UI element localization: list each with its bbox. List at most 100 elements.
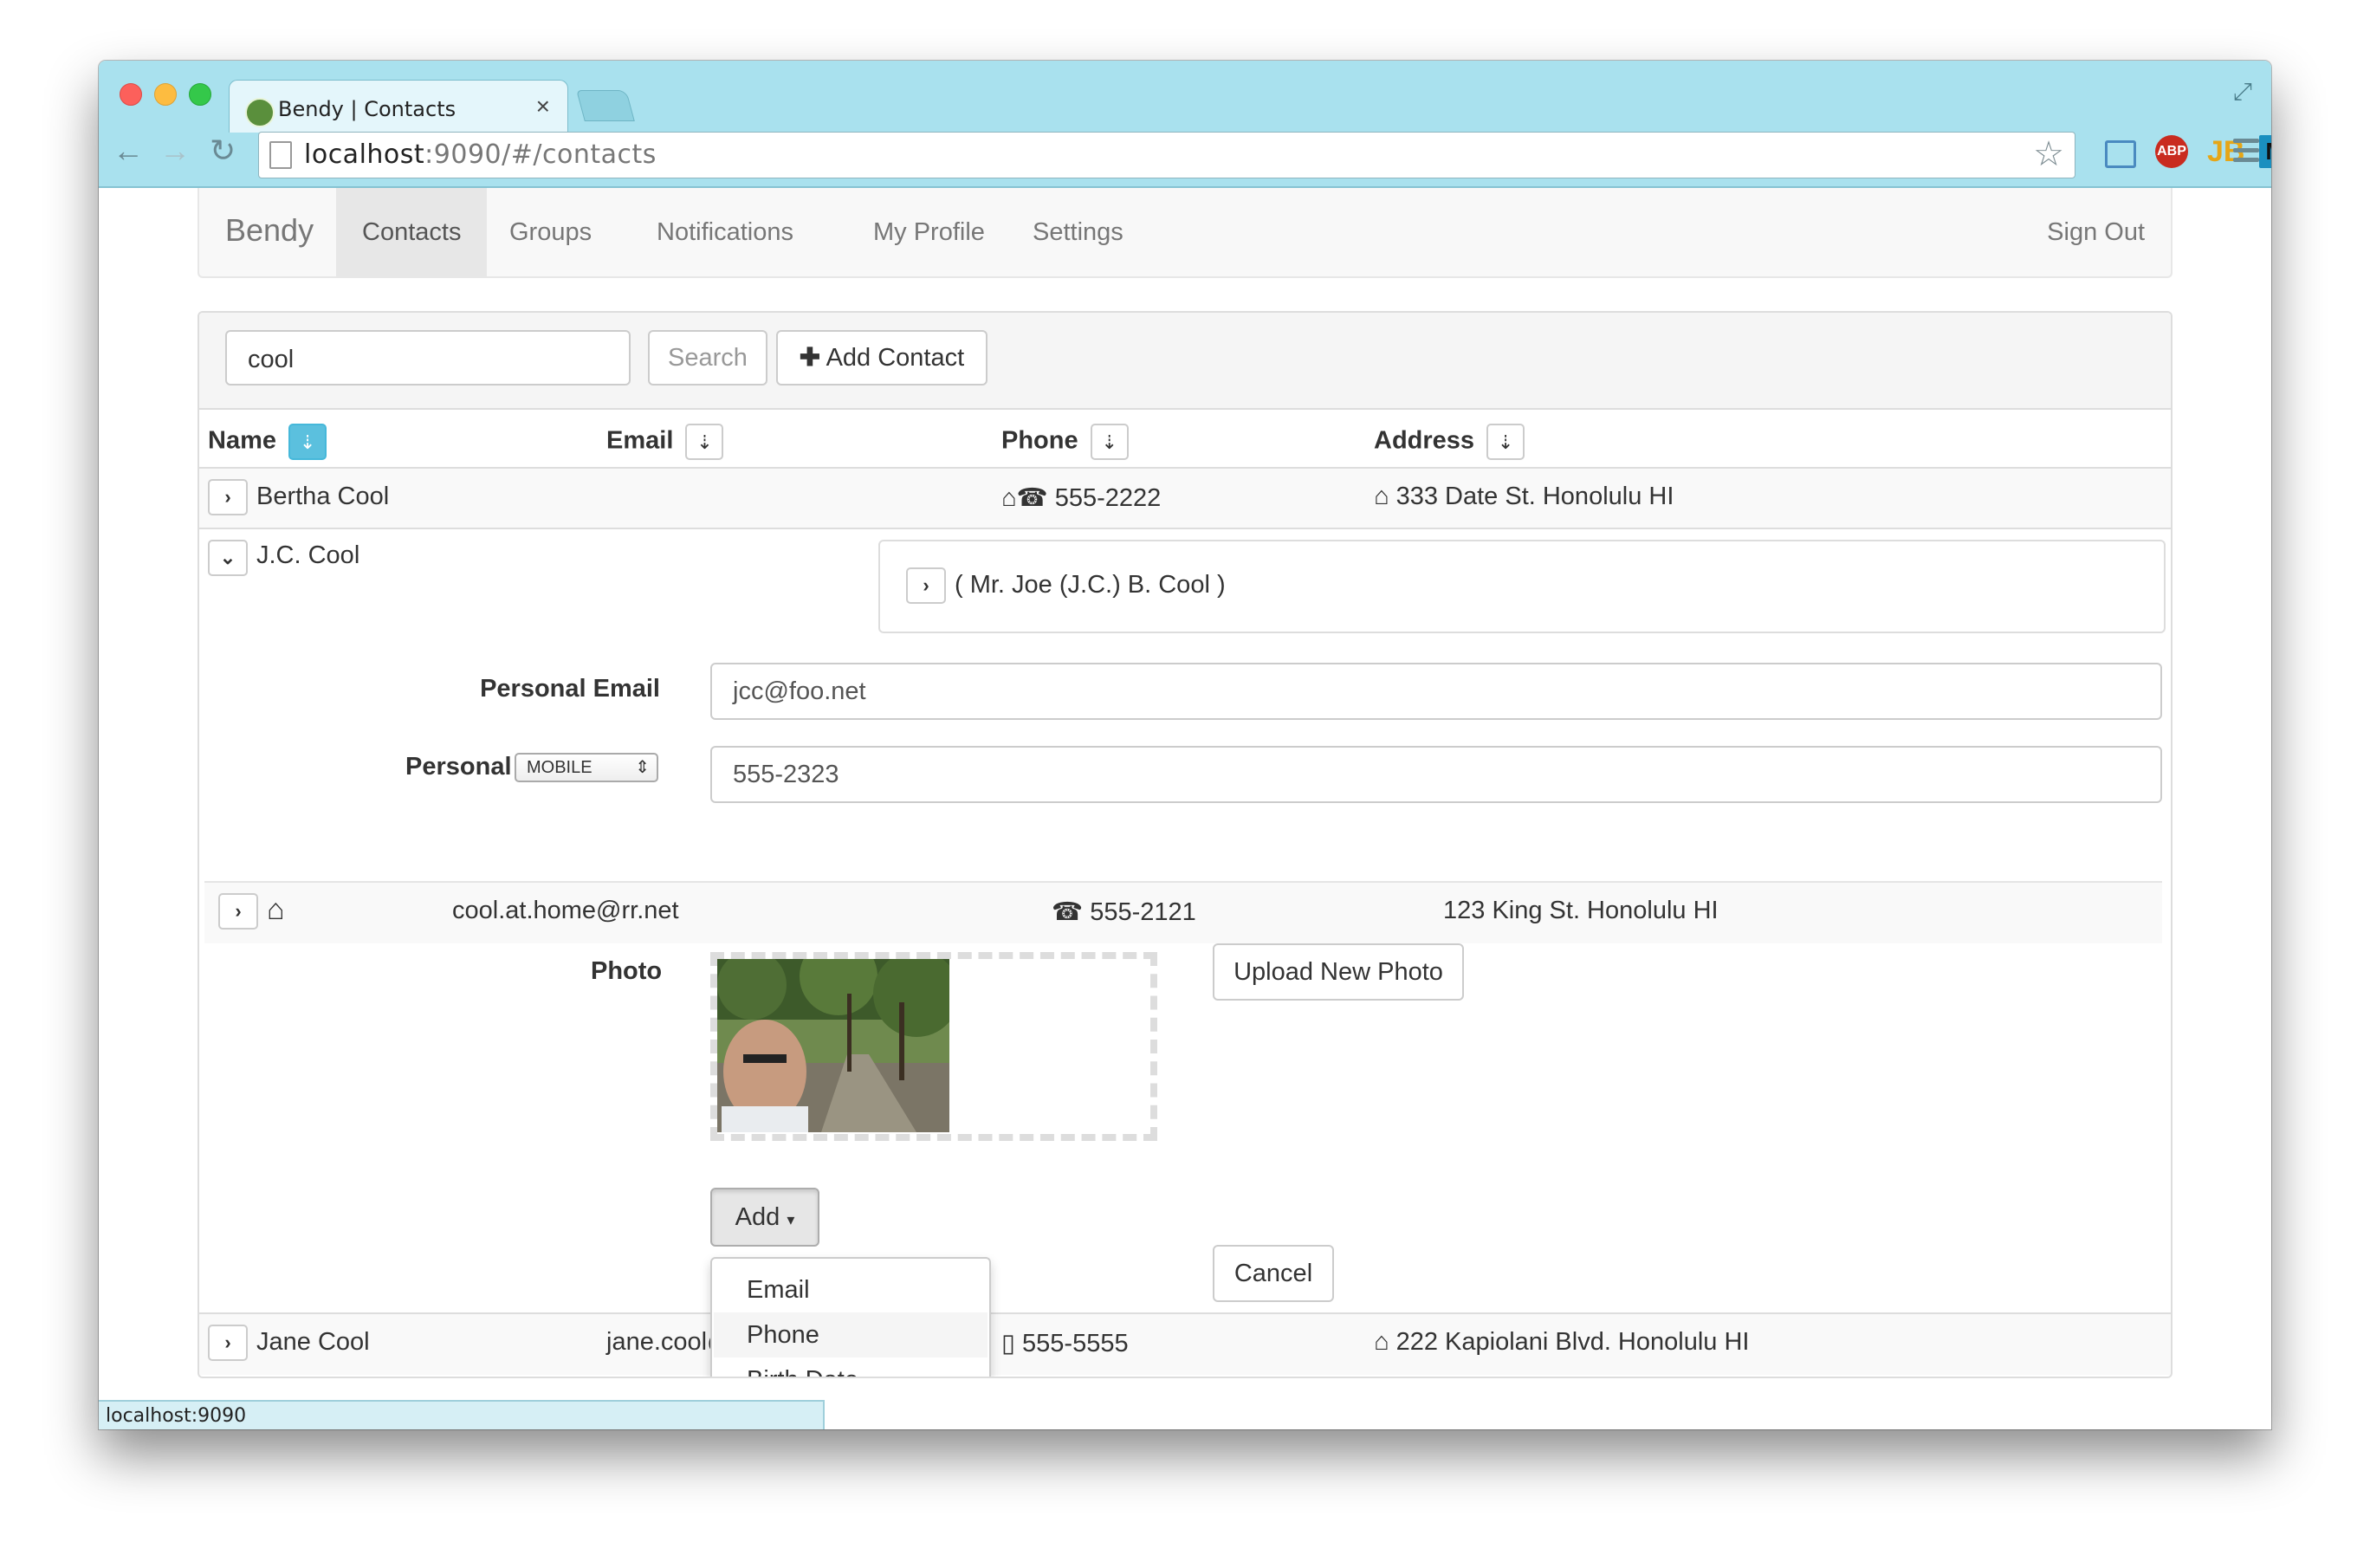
personal-email-input[interactable]: jcc@foo.net bbox=[710, 663, 2162, 720]
table-row[interactable]: › Bertha Cool ⌂☎ 555-2222 ⌂ 333 Date St.… bbox=[199, 469, 2171, 529]
expanded-contact: ⌄ J.C. Cool › ( Mr. Joe (J.C.) B. Cool )… bbox=[199, 529, 2171, 1377]
plus-icon: ✚ bbox=[799, 344, 821, 372]
bookmark-star-icon[interactable]: ☆ bbox=[2033, 134, 2064, 174]
sort-address-icon[interactable]: ⇣ bbox=[1486, 424, 1525, 460]
phone-value: 555-5555 bbox=[1022, 1330, 1129, 1357]
upload-photo-button[interactable]: Upload New Photo bbox=[1213, 943, 1464, 1001]
contact-address: ⌂ 333 Date St. Honolulu HI bbox=[1374, 483, 1674, 511]
expand-chevron-icon[interactable]: › bbox=[218, 893, 258, 930]
header-name: Name ⇣ bbox=[208, 424, 327, 460]
sort-email-icon[interactable]: ⇣ bbox=[685, 424, 724, 460]
personal-email-label: Personal Email bbox=[480, 675, 660, 703]
menu-item-email[interactable]: Email bbox=[714, 1267, 988, 1312]
photo-label: Photo bbox=[591, 957, 663, 985]
search-input[interactable]: cool bbox=[225, 330, 631, 386]
menu-item-birth-date[interactable]: Birth Date bbox=[714, 1357, 988, 1377]
phone-type-value: MOBILE bbox=[527, 758, 592, 777]
nav-contacts[interactable]: Contacts bbox=[336, 188, 488, 276]
forward-arrow-icon[interactable]: → bbox=[159, 135, 191, 166]
address-value: 333 Date St. Honolulu HI bbox=[1395, 483, 1674, 510]
hamburger-menu-icon[interactable] bbox=[2233, 139, 2259, 167]
home-phone: ☎ 555-2121 bbox=[1052, 897, 1196, 927]
extension-folder-icon[interactable] bbox=[2105, 140, 2136, 168]
status-bar: localhost:9090 bbox=[99, 1400, 825, 1429]
url-text[interactable]: localhost:9090/#/contacts bbox=[304, 139, 657, 170]
contact-phone: ⌂☎ 555-2222 bbox=[1001, 483, 1161, 513]
phone-value: 555-2121 bbox=[1090, 898, 1196, 926]
close-window-button[interactable] bbox=[120, 83, 142, 106]
table-header: Name ⇣ Email ⇣ Phone ⇣ Address ⇣ bbox=[199, 410, 2171, 470]
header-address-label: Address bbox=[1374, 426, 1475, 455]
tab-close-icon[interactable]: × bbox=[536, 93, 550, 120]
add-field-menu: Email Phone Birth Date bbox=[710, 1257, 991, 1377]
expand-chevron-icon[interactable]: › bbox=[208, 479, 248, 515]
home-contact-row: › ⌂ cool.at.home@rr.net ☎ 555-2121 123 K… bbox=[204, 881, 2162, 943]
add-label: Add bbox=[735, 1203, 780, 1231]
phone-icon: ☎ bbox=[1052, 898, 1084, 926]
add-field-dropdown-button[interactable]: Add ▾ bbox=[710, 1188, 819, 1247]
add-contact-button[interactable]: ✚ Add Contact bbox=[776, 330, 988, 386]
cancel-button[interactable]: Cancel bbox=[1213, 1245, 1334, 1302]
collapse-chevron-icon[interactable]: ⌄ bbox=[208, 540, 248, 576]
header-phone: Phone ⇣ bbox=[1001, 424, 1129, 460]
page-content: Bendy Contacts Groups Notifications My P… bbox=[99, 188, 2271, 1429]
select-arrows-icon: ⇕ bbox=[635, 758, 650, 777]
zoom-window-button[interactable] bbox=[189, 83, 211, 106]
contact-photo bbox=[717, 959, 949, 1132]
expand-alias-chevron-icon[interactable]: › bbox=[906, 567, 946, 604]
app-navbar: Bendy Contacts Groups Notifications My P… bbox=[198, 188, 2172, 278]
contacts-panel: cool Search ✚ Add Contact Name ⇣ Email ⇣… bbox=[198, 311, 2172, 1378]
page-icon bbox=[269, 141, 292, 169]
caret-down-icon: ▾ bbox=[787, 1211, 795, 1228]
home-icon: ⌂ bbox=[1001, 484, 1017, 512]
phone-icon: ☎ bbox=[1016, 484, 1048, 512]
m-extension-icon[interactable]: M bbox=[2259, 135, 2271, 168]
contact-name[interactable]: Bertha Cool bbox=[256, 483, 389, 511]
personal-phone-label: Personal bbox=[405, 753, 512, 781]
address-bar[interactable]: localhost:9090/#/contacts ☆ bbox=[258, 132, 2075, 178]
contact-address: ⌂ 222 Kapiolani Blvd. Honolulu HI bbox=[1374, 1328, 1749, 1357]
header-address: Address ⇣ bbox=[1374, 424, 1525, 460]
url-path: :9090/#/contacts bbox=[424, 139, 657, 170]
sort-phone-icon[interactable]: ⇣ bbox=[1090, 424, 1129, 460]
mobile-phone-icon: ▯ bbox=[1001, 1330, 1015, 1357]
table-row[interactable]: › Jane Cool jane.cool@ ▯ 555-5555 ⌂ 222 … bbox=[199, 1312, 2171, 1375]
header-phone-label: Phone bbox=[1001, 426, 1078, 455]
phone-type-select[interactable]: MOBILE ⇕ bbox=[515, 753, 658, 782]
new-tab-button[interactable] bbox=[576, 90, 635, 121]
home-address: 123 King St. Honolulu HI bbox=[1443, 897, 1719, 924]
photo-image bbox=[717, 959, 949, 1132]
contact-name[interactable]: J.C. Cool bbox=[256, 541, 359, 570]
nav-my-profile[interactable]: My Profile bbox=[847, 188, 1011, 276]
sign-out-link[interactable]: Sign Out bbox=[2021, 188, 2171, 276]
url-host: localhost bbox=[304, 139, 425, 170]
phone-value: 555-2222 bbox=[1054, 484, 1162, 512]
add-contact-label: Add Contact bbox=[826, 344, 965, 372]
fullscreen-icon[interactable]: ⤢ bbox=[2233, 78, 2252, 107]
tab-title: Bendy | Contacts bbox=[278, 97, 457, 121]
sort-name-icon[interactable]: ⇣ bbox=[288, 424, 327, 460]
search-button[interactable]: Search bbox=[648, 330, 767, 386]
header-email: Email ⇣ bbox=[606, 424, 724, 460]
home-email: cool.at.home@rr.net bbox=[452, 897, 679, 924]
alias-box: › ( Mr. Joe (J.C.) B. Cool ) bbox=[878, 540, 2166, 633]
alias-name: ( Mr. Joe (J.C.) B. Cool ) bbox=[955, 571, 1226, 599]
minimize-window-button[interactable] bbox=[154, 83, 177, 106]
nav-notifications[interactable]: Notifications bbox=[631, 188, 819, 276]
reload-icon[interactable]: ↻ bbox=[210, 135, 236, 166]
expand-chevron-icon[interactable]: › bbox=[208, 1325, 248, 1361]
bendy-favicon-icon bbox=[245, 98, 275, 127]
search-bar: cool Search ✚ Add Contact bbox=[199, 313, 2171, 410]
menu-item-phone[interactable]: Phone bbox=[714, 1312, 988, 1357]
browser-tab[interactable]: Bendy | Contacts × bbox=[229, 80, 568, 133]
home-icon: ⌂ bbox=[267, 893, 285, 926]
contact-name[interactable]: Jane Cool bbox=[256, 1328, 370, 1357]
back-arrow-icon[interactable]: ← bbox=[113, 135, 144, 166]
nav-groups[interactable]: Groups bbox=[483, 188, 618, 276]
adblock-icon[interactable]: ABP bbox=[2155, 135, 2188, 168]
brand-link[interactable]: Bendy bbox=[225, 212, 314, 249]
address-value: 222 Kapiolani Blvd. Honolulu HI bbox=[1395, 1328, 1750, 1356]
nav-settings[interactable]: Settings bbox=[1007, 188, 1149, 276]
personal-phone-input[interactable]: 555-2323 bbox=[710, 746, 2162, 803]
contact-phone: ▯ 555-5555 bbox=[1001, 1328, 1129, 1358]
